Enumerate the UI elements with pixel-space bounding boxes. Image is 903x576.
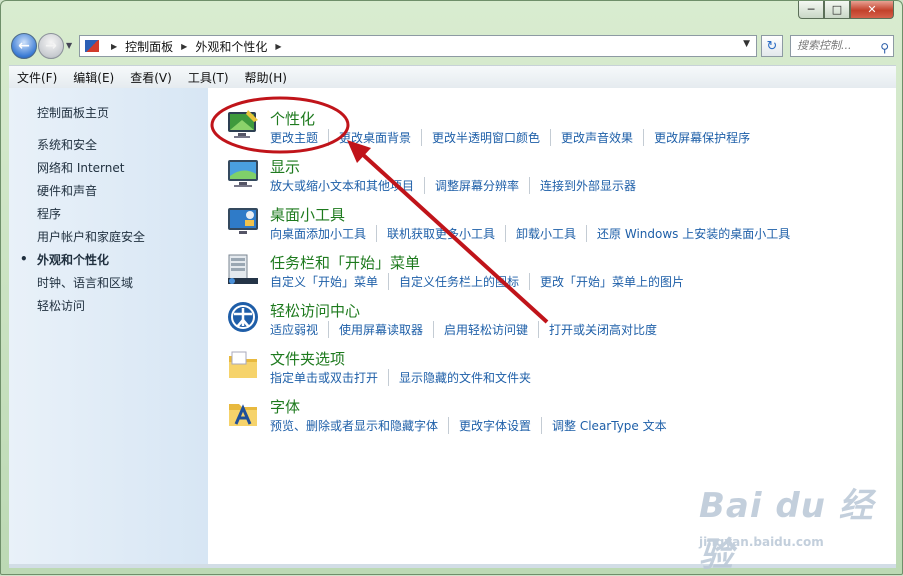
sidebar-item-network[interactable]: 网络和 Internet xyxy=(37,159,124,176)
link-customize-start-menu[interactable]: 自定义「开始」菜单 xyxy=(270,273,390,290)
link-show-hidden-files[interactable]: 显示隐藏的文件和文件夹 xyxy=(399,369,541,386)
caption-buttons: ─ □ ✕ xyxy=(798,1,894,19)
link-screen-reader[interactable]: 使用屏幕读取器 xyxy=(339,321,435,338)
category-links: 适应弱视 使用屏幕读取器 启用轻松访问键 打开或关闭高对比度 xyxy=(270,321,677,338)
watermark-brand: Bai du 经验 xyxy=(699,486,874,575)
category-links: 更改主题 更改桌面背景 更改半透明窗口颜色 更改声音效果 更改屏幕保护程序 xyxy=(270,129,770,146)
search-input[interactable]: 搜索控制... ⚲ xyxy=(790,35,894,57)
address-bar[interactable]: ▶ 控制面板 ▶ 外观和个性化 ▶ ▼ xyxy=(79,35,757,57)
menu-file[interactable]: 文件(F) xyxy=(9,69,65,86)
menu-edit[interactable]: 编辑(E) xyxy=(65,69,122,86)
recent-pages-dropdown-icon[interactable]: ▼ xyxy=(66,41,72,50)
link-customize-taskbar-icons[interactable]: 自定义任务栏上的图标 xyxy=(399,273,531,290)
sidebar-item-ease-of-access[interactable]: 轻松访问 xyxy=(37,297,85,314)
link-screen-resolution[interactable]: 调整屏幕分辨率 xyxy=(435,177,531,194)
category-links: 预览、删除或者显示和隐藏字体 更改字体设置 调整 ClearType 文本 xyxy=(270,417,687,434)
gadgets-icon xyxy=(228,208,258,234)
folder-options-icon xyxy=(229,351,257,378)
ease-of-access-icon xyxy=(228,302,258,332)
menu-help[interactable]: 帮助(H) xyxy=(237,69,295,86)
link-external-display[interactable]: 连接到外部显示器 xyxy=(540,177,646,194)
category-links: 放大或缩小文本和其他项目 调整屏幕分辨率 连接到外部显示器 xyxy=(270,177,656,194)
menu-tools[interactable]: 工具(T) xyxy=(180,69,237,86)
menu-bar: 文件(F) 编辑(E) 查看(V) 工具(T) 帮助(H) xyxy=(9,65,896,89)
link-change-start-menu-picture[interactable]: 更改「开始」菜单上的图片 xyxy=(540,273,694,290)
fonts-icon xyxy=(229,404,257,426)
breadcrumb-appearance[interactable]: 外观和个性化 xyxy=(195,38,267,55)
category-title[interactable]: 轻松访问中心 xyxy=(270,300,360,321)
link-low-vision[interactable]: 适应弱视 xyxy=(270,321,330,338)
link-change-screensaver[interactable]: 更改屏幕保护程序 xyxy=(654,129,760,146)
breadcrumb-control-panel[interactable]: 控制面板 xyxy=(125,38,173,55)
breadcrumb-separator-icon[interactable]: ▶ xyxy=(181,42,187,51)
breadcrumb-separator-icon[interactable]: ▶ xyxy=(111,42,117,51)
category-title[interactable]: 文件夹选项 xyxy=(270,348,345,369)
selected-bullet-icon: • xyxy=(20,252,28,266)
sidebar-item-system-security[interactable]: 系统和安全 xyxy=(37,136,97,153)
link-restore-gadgets[interactable]: 还原 Windows 上安装的桌面小工具 xyxy=(597,225,800,242)
forward-button[interactable]: → xyxy=(38,33,64,59)
address-dropdown-icon[interactable]: ▼ xyxy=(743,39,750,49)
link-change-font-settings[interactable]: 更改字体设置 xyxy=(459,417,543,434)
category-links: 指定单击或双击打开 显示隐藏的文件和文件夹 xyxy=(270,369,551,386)
link-text-size[interactable]: 放大或缩小文本和其他项目 xyxy=(270,177,426,194)
link-high-contrast[interactable]: 打开或关闭高对比度 xyxy=(549,321,667,338)
close-button[interactable]: ✕ xyxy=(850,1,894,19)
link-change-theme[interactable]: 更改主题 xyxy=(270,129,330,146)
back-button[interactable]: ← xyxy=(11,33,37,59)
navigation-bar: ← → ▼ ▶ 控制面板 ▶ 外观和个性化 ▶ ▼ ↻ 搜索控制... ⚲ xyxy=(9,31,896,61)
menu-view[interactable]: 查看(V) xyxy=(122,69,180,86)
sidebar: 控制面板主页 系统和安全 网络和 Internet 硬件和声音 程序 用户帐户和… xyxy=(9,88,208,564)
link-change-window-color[interactable]: 更改半透明窗口颜色 xyxy=(432,129,552,146)
link-change-desktop-background[interactable]: 更改桌面背景 xyxy=(339,129,423,146)
category-title[interactable]: 个性化 xyxy=(270,108,315,129)
personalization-icon xyxy=(228,110,258,138)
link-change-sound-effects[interactable]: 更改声音效果 xyxy=(561,129,645,146)
maximize-button[interactable]: □ xyxy=(824,1,850,19)
watermark: Bai du 经验 jingyan.baidu.com xyxy=(693,478,883,575)
watermark-url: jingyan.baidu.com xyxy=(699,535,824,549)
search-icon[interactable]: ⚲ xyxy=(880,38,889,58)
category-title[interactable]: 桌面小工具 xyxy=(270,204,345,225)
category-title[interactable]: 字体 xyxy=(270,396,300,417)
link-single-double-click[interactable]: 指定单击或双击打开 xyxy=(270,369,390,386)
breadcrumb-separator-icon[interactable]: ▶ xyxy=(275,42,281,51)
sidebar-item-user-accounts[interactable]: 用户帐户和家庭安全 xyxy=(37,228,145,245)
sidebar-item-appearance[interactable]: • 外观和个性化 xyxy=(20,251,110,268)
refresh-button[interactable]: ↻ xyxy=(761,35,783,57)
taskbar-icon xyxy=(228,254,258,284)
sidebar-item-appearance-label: 外观和个性化 xyxy=(37,253,110,267)
sidebar-item-clock-language[interactable]: 时钟、语言和区域 xyxy=(37,274,133,291)
sidebar-item-programs[interactable]: 程序 xyxy=(37,205,61,222)
search-placeholder: 搜索控制... xyxy=(797,39,852,52)
link-add-gadgets[interactable]: 向桌面添加小工具 xyxy=(270,225,378,242)
category-title[interactable]: 显示 xyxy=(270,156,300,177)
category-title[interactable]: 任务栏和「开始」菜单 xyxy=(270,252,420,273)
display-icon xyxy=(228,160,258,187)
link-ease-of-access-keys[interactable]: 启用轻松访问键 xyxy=(444,321,540,338)
minimize-button[interactable]: ─ xyxy=(798,1,824,19)
link-preview-delete-fonts[interactable]: 预览、删除或者显示和隐藏字体 xyxy=(270,417,450,434)
category-links: 自定义「开始」菜单 自定义任务栏上的图标 更改「开始」菜单上的图片 xyxy=(270,273,704,290)
link-adjust-cleartype[interactable]: 调整 ClearType 文本 xyxy=(552,417,677,434)
link-uninstall-gadget[interactable]: 卸载小工具 xyxy=(516,225,588,242)
sidebar-home-link[interactable]: 控制面板主页 xyxy=(37,104,109,121)
link-get-gadgets-online[interactable]: 联机获取更多小工具 xyxy=(387,225,507,242)
category-links: 向桌面添加小工具 联机获取更多小工具 卸载小工具 还原 Windows 上安装的… xyxy=(270,225,810,242)
control-panel-icon xyxy=(85,40,99,52)
sidebar-item-hardware-sound[interactable]: 硬件和声音 xyxy=(37,182,97,199)
